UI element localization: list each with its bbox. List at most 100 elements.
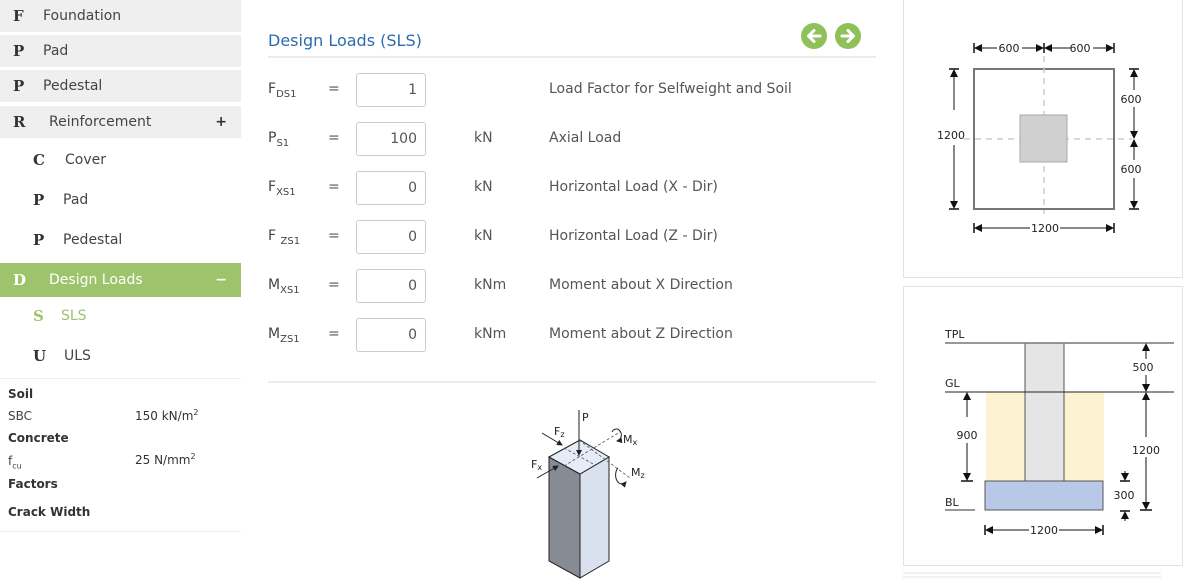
sidebar-item-cover[interactable]: C Cover [0,143,241,177]
nav-letter: P [33,231,45,249]
nav-label: Reinforcement [49,114,152,130]
description: Horizontal Load (X - Dir) [549,179,718,195]
sidebar-item-uls[interactable]: U ULS [0,339,241,373]
row-mxs1: MXS1 = kNm Moment about X Direction [268,269,876,303]
sidebar-item-design-loads[interactable]: D Design Loads − [0,263,241,297]
symbol-sub: S1 [276,137,290,149]
mx-label: Mx [623,433,638,447]
collapse-icon[interactable]: − [215,272,227,288]
expand-icon[interactable]: + [215,114,227,130]
gl-label: GL [945,377,961,390]
mzs1-input[interactable] [356,318,426,352]
symbol-main: F [268,81,277,97]
fzs1-input[interactable] [356,220,426,254]
description: Moment about X Direction [549,277,733,293]
row-fds1: FDS1 = Load Factor for Selfweight and So… [268,73,876,107]
symbol-main: M [268,326,281,342]
row-mzs1: MZS1 = kNm Moment about Z Direction [268,318,876,352]
bl-label: BL [945,496,960,509]
dim-total-depth: 1200 [1132,444,1160,457]
symbol: MZS1 [268,326,300,345]
mx-arrow [611,428,623,444]
row-ps1: PS1 = kN Axial Load [268,122,876,156]
column-load-diagram: P Fz Fx Mx Mz [531,410,645,579]
nav-letter: C [33,151,45,169]
description: Axial Load [549,130,622,146]
tpl-label: TPL [944,328,965,341]
panel-footer-strip [903,572,1161,580]
nav-label: Pad [63,192,89,208]
dim-pedestal-above: 500 [1133,361,1154,374]
fcu-value: 25 N/mm2 [135,452,196,467]
symbol: FXS1 [268,179,296,198]
form-divider [268,381,876,383]
symbol: MXS1 [268,277,300,296]
equals-sign: = [328,326,340,342]
ps1-input[interactable] [356,122,426,156]
pedestal-outline [1019,114,1068,163]
sidebar-item-reinforcement-pad[interactable]: P Pad [0,183,241,217]
description: Moment about Z Direction [549,326,733,342]
equals-sign: = [328,81,340,97]
symbol-sub: XS1 [276,186,296,198]
title-divider [268,56,876,58]
nav-letter: P [13,77,25,95]
dim-pad-thickness: 300 [1114,489,1135,502]
description: Horizontal Load (Z - Dir) [549,228,718,244]
sidebar-item-pad[interactable]: P Pad [0,35,241,69]
equals-sign: = [328,179,340,195]
sbc-label: SBC [8,409,33,423]
sbc-value-text: 150 kN/m [135,409,194,423]
soil-heading: Soil [8,387,34,401]
symbol-sub: ZS1 [280,235,301,247]
fds1-input[interactable] [356,73,426,107]
fcu-exponent: 2 [190,452,196,461]
symbol-sub: XS1 [280,284,300,296]
nav-label: SLS [61,308,87,324]
nav-letter: F [13,7,24,25]
p-label: P [582,411,589,424]
nav-label: ULS [64,348,91,364]
dim-pad-width: 1200 [1030,524,1058,537]
nav-letter: P [33,191,45,209]
sidebar: F Foundation P Pad P Pedestal R Reinforc… [0,0,241,588]
symbol-main: F [268,228,281,244]
sidebar-item-sls[interactable]: S SLS [0,299,241,333]
pad-section [984,480,1104,511]
column-left-face [548,456,581,579]
symbol: PS1 [268,130,289,149]
fcu-subscript: cu [12,461,22,471]
dim-right-top: 600 [1121,93,1142,106]
factors-heading: Factors [8,477,58,491]
dim-right-bottom: 600 [1121,163,1142,176]
plan-view-panel: 600 600 1200 600 600 1200 [903,0,1183,278]
description: Load Factor for Selfweight and Soil [549,81,792,97]
plan-view-diagram: 600 600 1200 600 600 1200 [937,42,1142,235]
fcu-label: fcu [8,454,22,470]
summary-panel: Soil SBC 150 kN/m 2 Concrete fcu 25 N/mm2… [0,378,241,532]
page-title: Design Loads (SLS) [268,31,422,50]
section-view-panel: TPL GL BL 500 1200 900 300 1200 [903,286,1183,566]
nav-label: Pedestal [63,232,123,248]
fz-label: Fz [554,425,565,439]
nav-label: Foundation [43,8,122,24]
prev-button[interactable] [801,23,827,49]
unit: kN [474,228,493,244]
equals-sign: = [328,130,340,146]
sidebar-item-foundation[interactable]: F Foundation [0,0,241,34]
concrete-heading: Concrete [8,431,69,445]
nav-label: Design Loads [49,272,143,288]
fxs1-input[interactable] [356,171,426,205]
fcu-value-text: 25 N/mm [135,453,191,467]
next-button[interactable] [835,23,861,49]
unit: kNm [474,326,507,342]
fx-label: Fx [531,458,542,472]
nav-letter: U [33,347,47,365]
sidebar-item-pedestal[interactable]: P Pedestal [0,70,241,104]
sidebar-item-reinforcement-pedestal[interactable]: P Pedestal [0,223,241,257]
mxs1-input[interactable] [356,269,426,303]
nav-letter: D [13,271,27,289]
sidebar-item-reinforcement[interactable]: R Reinforcement + [0,106,241,140]
unit: kNm [474,277,507,293]
dim-top-left: 600 [999,42,1020,55]
